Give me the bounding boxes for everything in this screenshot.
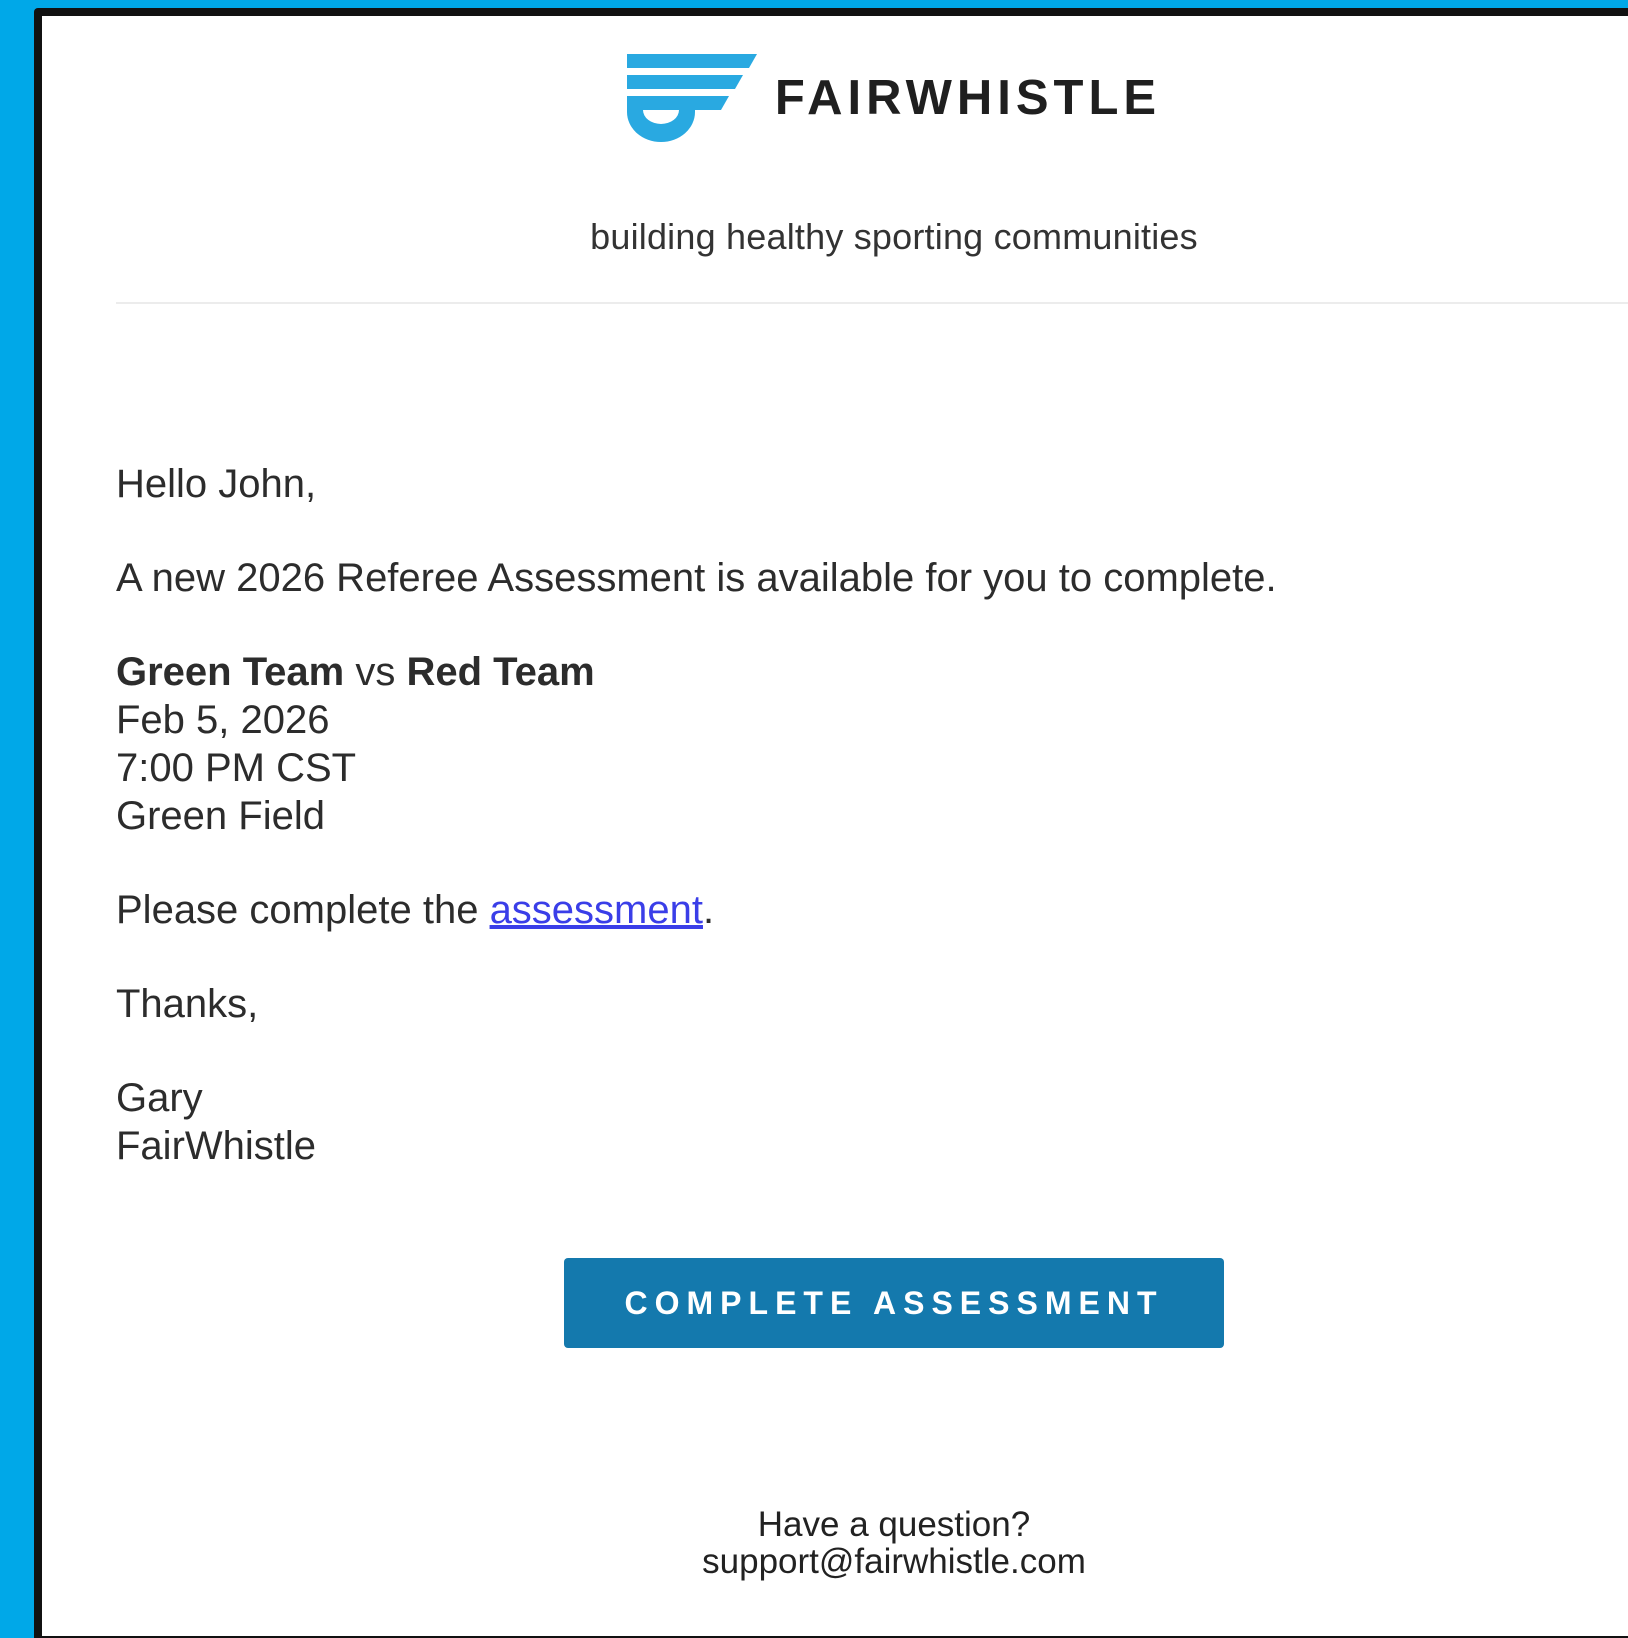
message-content: Hello John, A new 2026 Referee Assessmen… [116,460,1616,1170]
match-date: Feb 5, 2026 [116,698,330,742]
intro-text: A new 2026 Referee Assessment is availab… [116,556,1277,600]
support-email-link[interactable]: support@fairwhistle.com [42,1543,1628,1580]
support-footer: Have a question? support@fairwhistle.com [42,1506,1628,1580]
match-teams: Green Team vs Red Team [116,648,1616,696]
instruction-text: Please complete the assessment. [116,886,1616,934]
signature-org: FairWhistle [116,1124,317,1168]
whistle-logo-icon [626,54,757,142]
match-venue: Green Field [116,794,325,838]
cta-container: COMPLETE ASSESSMENT [42,1258,1628,1348]
instruction-suffix: . [702,888,715,932]
home-team: Green Team [116,650,345,694]
brand-wordmark: FAIRWHISTLE [774,71,1162,125]
match-time: 7:00 PM CST [116,746,357,790]
complete-assessment-button[interactable]: COMPLETE ASSESSMENT [564,1258,1224,1348]
vs-label: vs [355,650,396,694]
closing: Thanks, [116,982,259,1026]
assessment-link[interactable]: assessment [490,888,703,932]
email-body: FAIRWHISTLE building healthy sporting co… [42,16,1628,1636]
brand-header: FAIRWHISTLE [42,54,1628,142]
greeting: Hello John, [116,462,317,506]
header-divider [116,302,1628,304]
away-team: Red Team [406,650,595,694]
brand-tagline: building healthy sporting communities [590,216,1198,257]
instruction-prefix: Please complete the [116,888,490,932]
signature-name: Gary [116,1076,203,1120]
footer-question: Have a question? [757,1505,1031,1544]
